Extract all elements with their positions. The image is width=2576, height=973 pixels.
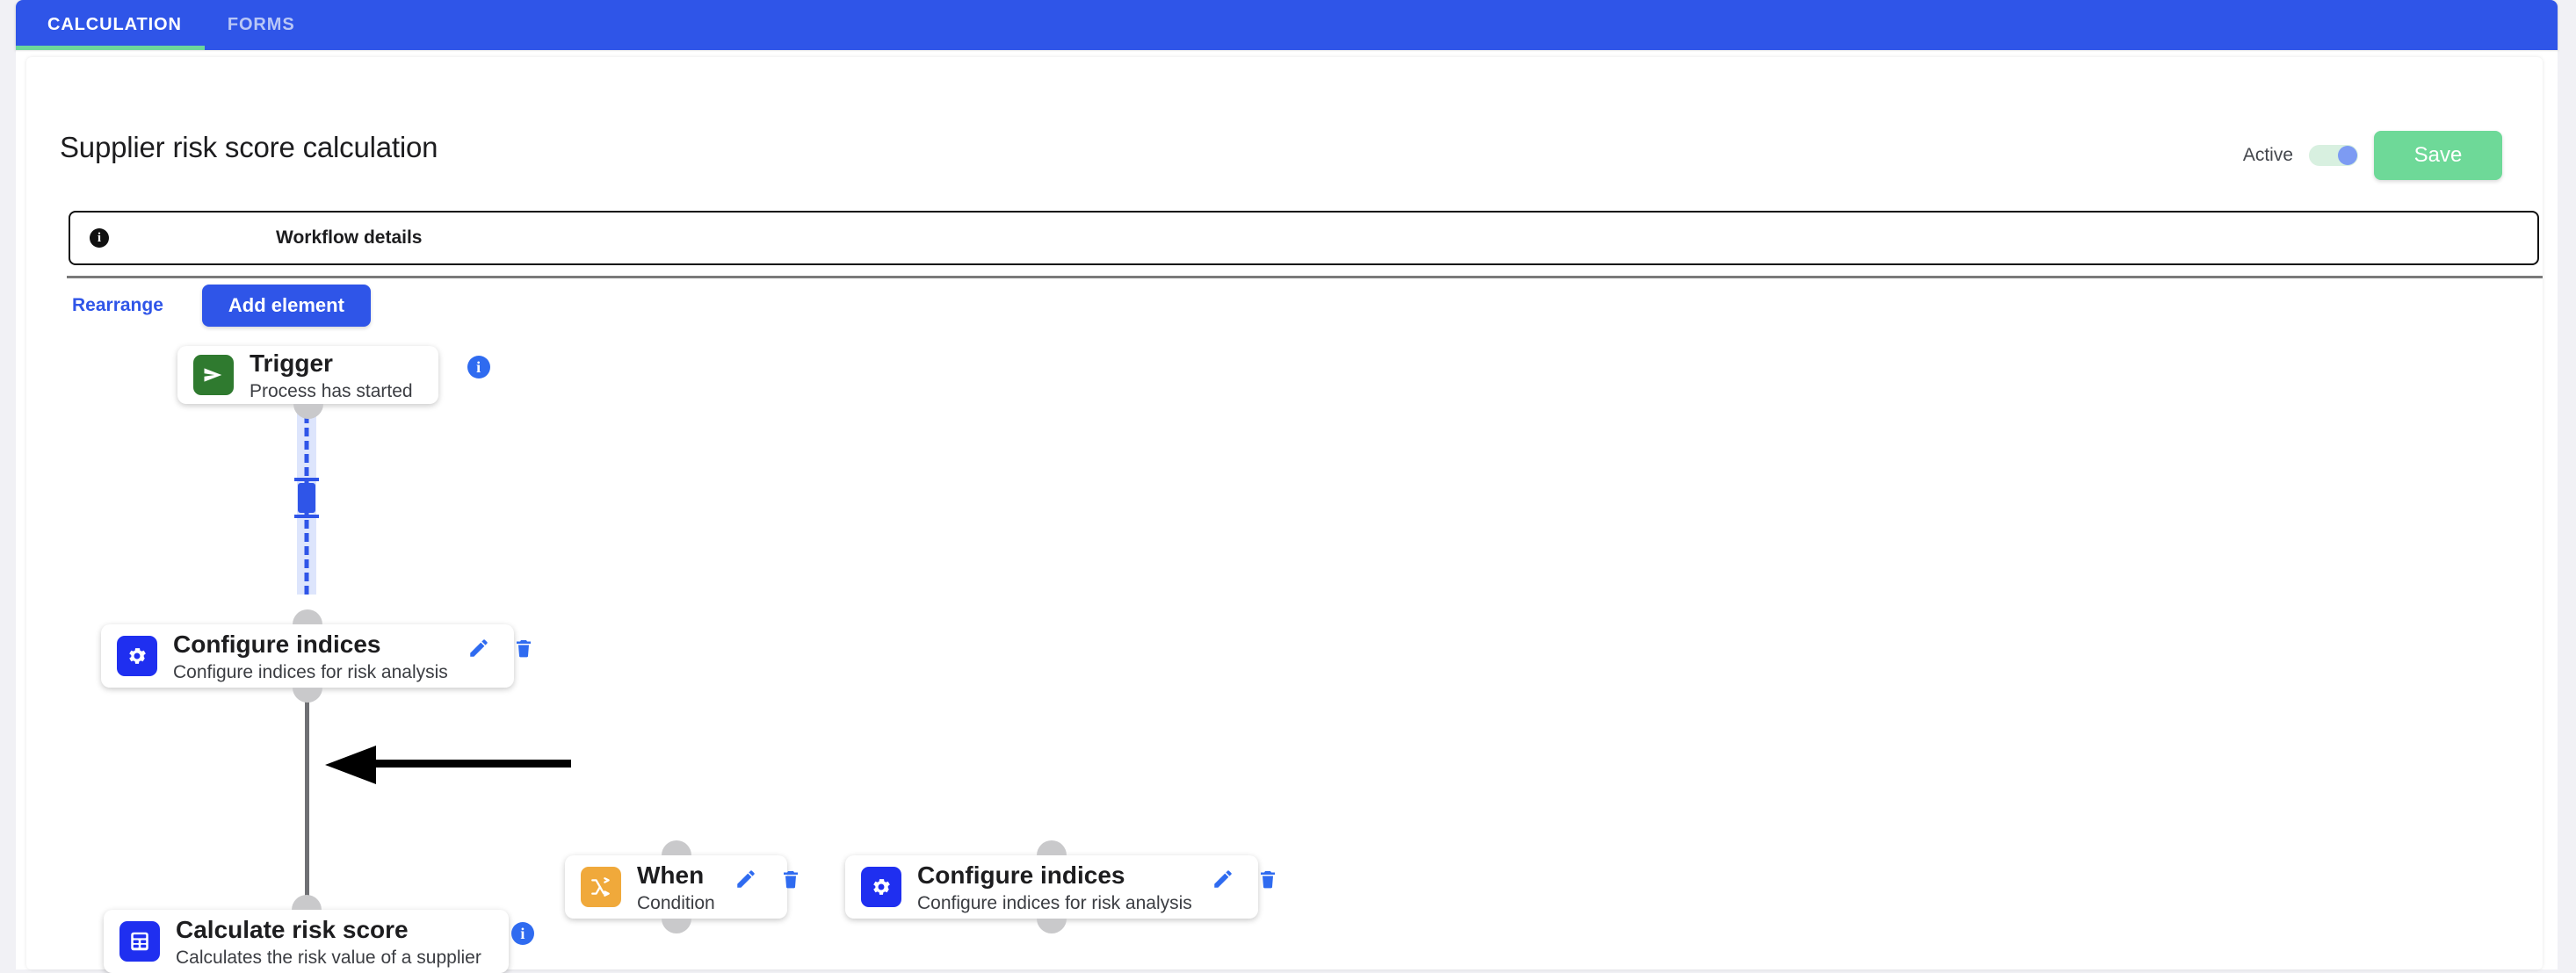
flow-node-configure-indices-2[interactable]: Configure indices Configure indices for … — [845, 840, 1275, 933]
flow-toolbar: Rearrange Add element — [69, 278, 371, 333]
gear-icon — [117, 636, 157, 676]
node-handle-top[interactable] — [291, 895, 322, 910]
edit-icon[interactable] — [467, 637, 490, 659]
page-sheet: Supplier risk score calculation Active S… — [16, 50, 2558, 973]
gear-icon — [861, 867, 901, 907]
flow-node-trigger-actions: i — [467, 356, 490, 378]
flow-canvas[interactable]: Trigger Process has started i Configure … — [26, 333, 2543, 973]
delete-icon[interactable] — [780, 868, 801, 890]
flow-node-calculate-risk-score-subtitle: Calculates the risk value of a supplier — [176, 947, 481, 968]
node-handle-bottom[interactable] — [661, 919, 691, 933]
flow-node-configure-indices-1[interactable]: Configure indices Configure indices for … — [101, 609, 531, 703]
info-badge-icon[interactable]: i — [467, 356, 490, 378]
flow-node-when-title: When — [637, 861, 705, 889]
edit-icon[interactable] — [1212, 868, 1234, 890]
flow-node-calculate-risk-score[interactable]: Calculate risk score Calculates the risk… — [104, 895, 534, 973]
flow-node-calculate-risk-score-body: Calculate risk score Calculates the risk… — [176, 915, 481, 969]
calculator-icon — [119, 921, 160, 962]
connector-drop-marker[interactable] — [294, 478, 319, 518]
delete-icon[interactable] — [513, 637, 534, 659]
pointer-arrow-icon — [325, 746, 571, 784]
flow-node-when[interactable]: When Condition — [565, 840, 798, 933]
header-actions: Active Save — [2243, 131, 2502, 180]
flow-node-configure-indices-1-body: Configure indices Configure indices for … — [173, 630, 448, 683]
flow-node-when-body: When Condition — [637, 861, 715, 914]
flow-node-when-actions — [734, 868, 801, 890]
info-icon: i — [90, 228, 109, 248]
flow-node-trigger[interactable]: Trigger Process has started i — [177, 346, 490, 419]
flow-node-configure-indices-1-title-row: Configure indices — [173, 630, 448, 659]
flow-node-configure-indices-2-subtitle: Configure indices for risk analysis — [917, 892, 1192, 913]
edit-icon[interactable] — [734, 868, 757, 890]
node-handle-bottom[interactable] — [1037, 919, 1067, 933]
flow-node-configure-indices-2-body: Configure indices Configure indices for … — [917, 861, 1192, 914]
flow-node-calculate-risk-score-actions: i — [510, 922, 534, 945]
page-title: Supplier risk score calculation — [60, 131, 438, 163]
workflow-details-label: Workflow details — [276, 227, 423, 248]
flow-node-configure-indices-2-title-row: Configure indices — [917, 861, 1192, 890]
node-handle-top[interactable] — [661, 840, 691, 855]
active-toggle-label: Active — [2242, 145, 2293, 165]
flow-node-when-subtitle: Condition — [637, 892, 715, 913]
save-button[interactable]: Save — [2374, 131, 2502, 180]
tab-calculation[interactable]: CALCULATION — [16, 0, 205, 50]
workflow-details-bar[interactable]: i Workflow details — [69, 211, 2539, 265]
node-handle-top[interactable] — [293, 609, 322, 624]
flow-node-trigger-title-row: Trigger — [250, 349, 413, 378]
flow-node-calculate-risk-score-title-row: Calculate risk score — [176, 915, 481, 945]
active-toggle[interactable] — [2309, 145, 2358, 166]
node-handle-bottom[interactable] — [293, 688, 322, 703]
delete-icon[interactable] — [1257, 868, 1278, 890]
branch-icon — [581, 867, 621, 907]
flow-node-trigger-title: Trigger — [250, 349, 333, 377]
node-handle-top[interactable] — [1037, 840, 1067, 855]
flow-node-configure-indices-1-title: Configure indices — [173, 630, 381, 658]
info-badge-icon[interactable]: i — [510, 922, 534, 945]
workflow-card: Supplier risk score calculation Active S… — [26, 57, 2543, 973]
flow-node-configure-indices-1-subtitle: Configure indices for risk analysis — [173, 661, 448, 682]
add-element-button[interactable]: Add element — [201, 285, 371, 327]
tab-forms-label: FORMS — [227, 15, 295, 34]
flow-node-when-title-row: When — [637, 861, 715, 890]
send-icon — [193, 355, 234, 395]
flow-node-configure-indices-1-actions — [467, 637, 534, 659]
sheet-top-shadow — [16, 50, 2558, 52]
flow-node-configure-indices-2-actions — [1212, 868, 1278, 890]
active-toggle-knob — [2338, 146, 2357, 165]
flow-node-configure-indices-2-title: Configure indices — [917, 861, 1125, 889]
flow-node-trigger-body: Trigger Process has started — [250, 349, 413, 402]
flow-node-trigger-subtitle: Process has started — [250, 380, 413, 401]
connector-configure-to-calculate[interactable] — [305, 697, 309, 917]
tab-forms[interactable]: FORMS — [205, 0, 318, 50]
tab-calculation-label: CALCULATION — [47, 15, 182, 34]
top-tab-bar: CALCULATION FORMS — [16, 0, 2558, 50]
flow-node-calculate-risk-score-title: Calculate risk score — [176, 915, 409, 943]
section-divider — [67, 276, 2543, 278]
header-row: Supplier risk score calculation Active S… — [26, 119, 2543, 180]
connector-trigger-to-configure[interactable] — [294, 401, 319, 595]
rearrange-button[interactable]: Rearrange — [69, 290, 167, 321]
